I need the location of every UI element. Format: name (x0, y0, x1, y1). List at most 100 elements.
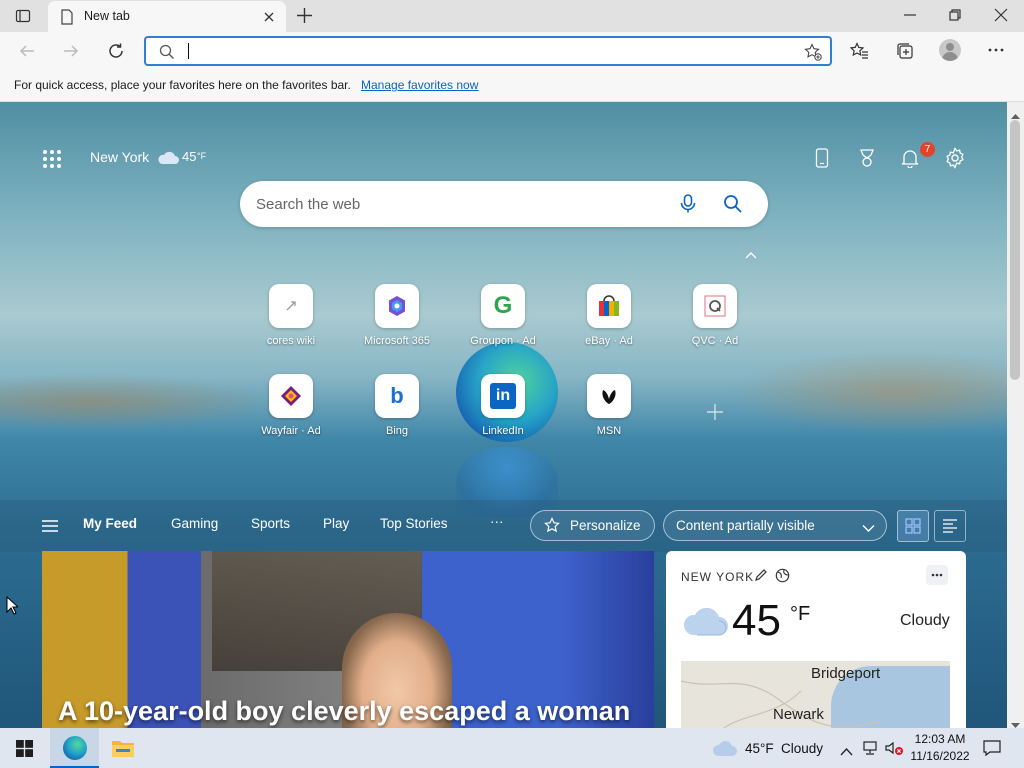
taskbar-weather-condition[interactable]: Cloudy (781, 741, 823, 756)
scrollbar-thumb[interactable] (1010, 120, 1020, 380)
feed-tab-gaming[interactable]: Gaming (171, 516, 218, 531)
edit-location-icon[interactable] (754, 568, 768, 587)
quick-link-wayfair[interactable]: Wayfair · Ad (246, 374, 336, 454)
menu-icon[interactable] (41, 519, 59, 538)
forward-icon[interactable] (62, 42, 80, 65)
show-hidden-icons[interactable] (840, 743, 853, 761)
bing-icon: b (375, 374, 419, 418)
apps-launcher-icon[interactable] (42, 149, 62, 174)
weather-cloud-icon (681, 605, 729, 642)
quick-link-label: cores wiki (266, 335, 316, 347)
action-center-icon[interactable] (983, 739, 1001, 762)
taskbar-edge-button[interactable] (50, 728, 99, 768)
notification-badge: 7 (920, 142, 935, 157)
new-tab-icon[interactable] (296, 7, 313, 29)
grid-view-button[interactable] (897, 510, 929, 542)
taskbar-weather-icon[interactable] (712, 739, 738, 762)
microphone-icon[interactable] (680, 194, 696, 219)
settings-more-icon[interactable] (987, 41, 1005, 64)
tab-actions-icon[interactable] (15, 8, 31, 29)
quick-link-bing[interactable]: b Bing (352, 374, 442, 454)
taskbar-weather-temp[interactable]: 45°F (745, 741, 774, 756)
quick-link-qvc[interactable]: QVC · Ad (670, 284, 760, 364)
text-caret (188, 43, 189, 59)
list-view-button[interactable] (934, 510, 966, 542)
address-input[interactable] (188, 42, 788, 60)
cloud-icon (156, 149, 180, 170)
feed-tab-sports[interactable]: Sports (251, 516, 290, 531)
collapse-links-icon[interactable] (744, 247, 758, 265)
manage-favorites-link[interactable]: Manage favorites now (361, 78, 478, 92)
personalize-button[interactable]: Personalize (530, 510, 655, 541)
globe-icon[interactable] (775, 568, 790, 588)
tab-new-tab[interactable]: New tab (48, 1, 286, 32)
weather-more-button[interactable] (926, 565, 948, 585)
weather-unit: °F (790, 603, 811, 625)
address-bar[interactable] (144, 36, 832, 66)
add-favorite-icon[interactable] (804, 43, 822, 66)
collections-icon[interactable] (895, 42, 914, 65)
close-window-icon[interactable] (994, 8, 1008, 27)
quick-link-label: QVC · Ad (691, 335, 739, 347)
feed-tab-my-feed[interactable]: My Feed (83, 516, 137, 531)
quick-link-label: Groupon · Ad (470, 335, 536, 347)
quick-link-label: Microsoft 365 (363, 335, 431, 347)
notifications-icon[interactable] (900, 148, 920, 173)
microsoft-365-icon (375, 284, 419, 328)
back-icon[interactable] (18, 42, 36, 65)
feed-more-button[interactable]: ··· (490, 514, 504, 529)
header-location[interactable]: New York (90, 149, 149, 165)
volume-muted-icon[interactable] (884, 740, 904, 761)
weather-condition: Cloudy (900, 612, 950, 629)
page-settings-icon[interactable] (944, 147, 966, 174)
quick-link-microsoft-365[interactable]: Microsoft 365 (352, 284, 442, 364)
favorites-bar: For quick access, place your favorites h… (0, 70, 1024, 102)
network-icon[interactable] (862, 740, 880, 761)
add-shortcut-icon[interactable] (706, 403, 724, 426)
file-explorer-icon[interactable] (111, 738, 135, 763)
taskbar: 45°F Cloudy 12:03 AM 11/16/2022 (0, 728, 1024, 768)
map-label-newark: Newark (773, 706, 824, 723)
rewards-icon[interactable] (857, 148, 877, 173)
profile-avatar[interactable] (939, 39, 961, 61)
quick-link-label: Bing (385, 425, 409, 437)
search-icon (159, 44, 175, 65)
grid-view-icon (905, 518, 921, 534)
mouse-cursor-icon (6, 595, 20, 620)
weather-card[interactable]: NEW YORK 45 °F Cloudy Bridgeport Newark (666, 551, 966, 728)
page-scrollbar[interactable] (1007, 102, 1024, 728)
favorites-icon[interactable] (849, 42, 869, 65)
hero-news-card[interactable]: A 10-year-old boy cleverly escaped a wom… (42, 551, 654, 728)
minimize-icon[interactable] (903, 8, 917, 27)
restore-icon[interactable] (948, 8, 962, 27)
feed-tab-play[interactable]: Play (323, 516, 349, 531)
quick-link-msn[interactable]: MSN (564, 374, 654, 454)
quick-link-cores-wiki[interactable]: cores wiki (246, 284, 336, 364)
weather-location: NEW YORK (681, 570, 755, 584)
system-clock[interactable]: 12:03 AM 11/16/2022 (905, 731, 975, 765)
personalize-label: Personalize (570, 518, 641, 533)
refresh-icon[interactable] (107, 42, 125, 65)
phone-icon[interactable] (815, 148, 829, 173)
web-search-icon[interactable] (723, 194, 743, 219)
content-visibility-label: Content partially visible (676, 518, 815, 533)
msn-icon (587, 374, 631, 418)
web-search-box[interactable]: Search the web (240, 181, 768, 227)
title-bar: New tab (0, 0, 1024, 32)
list-view-icon (943, 519, 957, 533)
close-tab-icon[interactable] (263, 10, 275, 28)
feed-tab-top-stories[interactable]: Top Stories (380, 516, 448, 531)
toolbar (0, 32, 1024, 70)
quick-link-label: Wayfair · Ad (261, 425, 321, 437)
qvc-icon (693, 284, 737, 328)
quick-link-ebay[interactable]: eBay · Ad (564, 284, 654, 364)
hero-headline[interactable]: A 10-year-old boy cleverly escaped a wom… (58, 696, 630, 727)
quick-link-label: MSN (596, 425, 622, 437)
content-visibility-dropdown[interactable]: Content partially visible (663, 510, 887, 541)
quick-link-linkedin[interactable]: in LinkedIn (458, 374, 548, 454)
ebay-icon (587, 284, 631, 328)
windows-start-icon[interactable] (16, 740, 33, 762)
edge-icon (63, 736, 87, 760)
quick-link-groupon[interactable]: G Groupon · Ad (458, 284, 548, 364)
weather-map[interactable]: Bridgeport Newark (681, 661, 950, 728)
